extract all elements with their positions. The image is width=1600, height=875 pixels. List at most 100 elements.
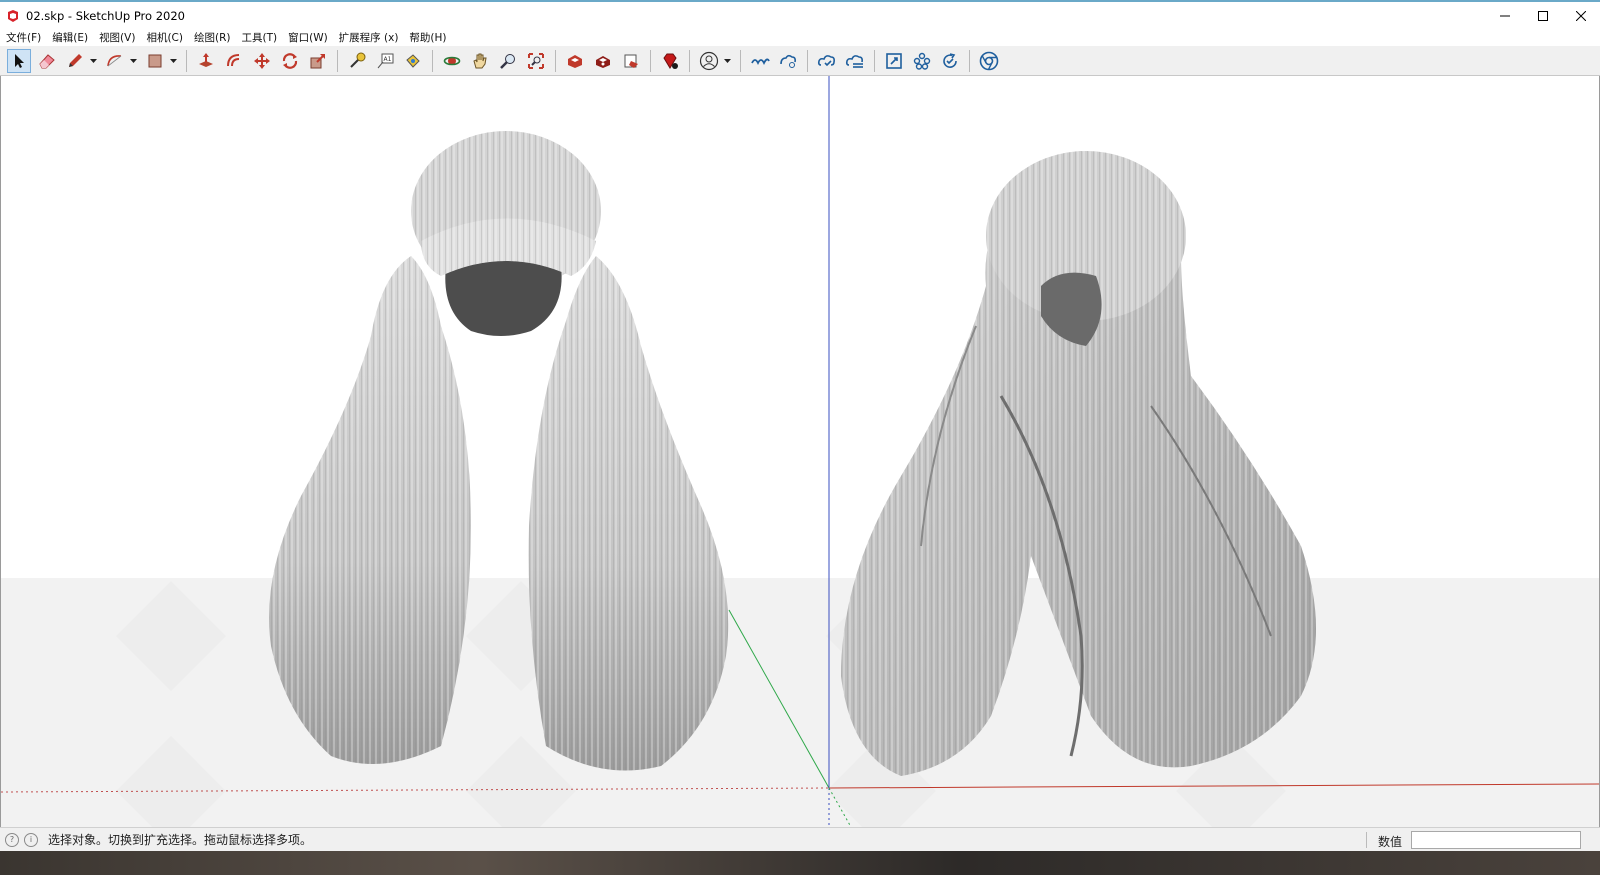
window-title: 02.skp - SketchUp Pro 2020 (26, 8, 185, 23)
ruby-console-button[interactable] (658, 49, 682, 73)
zoom-extents-tool-button[interactable] (524, 49, 548, 73)
paint-bucket-icon (406, 53, 420, 68)
menu-draw[interactable]: 绘图(R) (194, 30, 231, 45)
rectangle-dropdown[interactable] (169, 49, 178, 73)
rotate-tool-button[interactable] (278, 49, 302, 73)
eraser-tool-button[interactable] (35, 49, 59, 73)
toolbar-separator (740, 49, 741, 72)
orbit-icon (443, 56, 461, 65)
menu-window[interactable]: 窗口(W) (288, 30, 328, 45)
measurement-input[interactable] (1411, 831, 1581, 849)
cloud-upload-button[interactable] (815, 49, 839, 73)
text-icon: A1 (377, 53, 394, 68)
minimize-icon (1500, 15, 1510, 16)
rectangle-tool-button[interactable] (143, 49, 167, 73)
layout-icon (624, 54, 638, 68)
menu-edit[interactable]: 编辑(E) (52, 30, 88, 45)
trimble-share-icon (780, 54, 796, 68)
trimble-connect-icon (751, 58, 770, 65)
trimble-share-button[interactable] (776, 49, 800, 73)
cloud-upload-icon (817, 54, 835, 66)
cloud-sync-icon (845, 54, 863, 68)
layout-button[interactable] (619, 49, 643, 73)
scale-tool-button[interactable] (306, 49, 330, 73)
paint-bucket-tool-button[interactable] (401, 49, 425, 73)
toolbar-separator (337, 49, 338, 72)
chrome-button[interactable] (977, 49, 1001, 73)
menu-file[interactable]: 文件(F) (6, 30, 41, 45)
model-viewport[interactable] (0, 76, 1600, 827)
refresh-icon (943, 52, 957, 68)
extension-warehouse-icon (596, 55, 610, 68)
move-icon (254, 52, 270, 69)
account-icon (699, 51, 719, 70)
push-pull-tool-button[interactable] (194, 49, 218, 73)
pencil-tool-button[interactable] (63, 49, 87, 73)
text-tool-button[interactable]: A1 (373, 49, 397, 73)
measurement-label: 数值 (1378, 835, 1403, 849)
refresh-button[interactable] (938, 49, 962, 73)
chevron-down-icon (130, 58, 137, 63)
offset-icon (227, 53, 240, 66)
menu-help[interactable]: 帮助(H) (409, 30, 446, 45)
scene-canvas (1, 76, 1599, 827)
minimize-button[interactable] (1486, 2, 1524, 29)
cloud-sync-button[interactable] (843, 49, 867, 73)
menu-bar: 文件(F) 编辑(E) 视图(V) 相机(C) 绘图(R) 工具(T) 窗口(W… (0, 29, 1600, 46)
rectangle-icon (148, 54, 162, 67)
pan-icon (473, 53, 487, 68)
tape-measure-icon (350, 52, 366, 68)
toolbar-separator (689, 49, 690, 72)
close-icon (1576, 10, 1586, 21)
status-hint: 选择对象。切换到扩充选择。拖动鼠标选择多项。 (48, 833, 313, 847)
menu-tools[interactable]: 工具(T) (241, 30, 277, 45)
measurement-separator (1366, 832, 1367, 848)
status-bar: ? i 选择对象。切换到扩充选择。拖动鼠标选择多项。 数值 (0, 827, 1600, 851)
select-tool-button[interactable] (7, 48, 31, 73)
info-icon[interactable]: i (24, 832, 38, 847)
close-button[interactable] (1562, 2, 1600, 29)
maximize-button[interactable] (1524, 2, 1562, 29)
svg-text:A1: A1 (384, 56, 392, 63)
pencil-dropdown[interactable] (89, 49, 98, 73)
pencil-icon (69, 53, 82, 67)
zoom-tool-button[interactable] (496, 49, 520, 73)
section-button[interactable] (882, 49, 906, 73)
hair-model-side (841, 151, 1316, 776)
maximize-icon (1538, 10, 1548, 21)
hair-model-front (269, 131, 729, 771)
menu-view[interactable]: 视图(V) (99, 30, 135, 45)
main-toolbar: A1 (0, 46, 1600, 76)
ruby-icon (663, 53, 678, 69)
account-button[interactable] (697, 49, 721, 73)
menu-camera[interactable]: 相机(C) (146, 30, 183, 45)
components-button[interactable] (910, 49, 934, 73)
arc-tool-button[interactable] (103, 49, 127, 73)
green-axis (728, 609, 830, 789)
zoom-extents-icon (528, 52, 544, 69)
orbit-tool-button[interactable] (440, 49, 464, 73)
arc-dropdown[interactable] (129, 49, 138, 73)
tape-measure-tool-button[interactable] (345, 49, 369, 73)
toolbar-separator (186, 49, 187, 72)
zoom-icon (500, 53, 515, 69)
toolbar-separator (807, 49, 808, 72)
extension-warehouse-button[interactable] (591, 49, 615, 73)
section-icon (886, 52, 902, 69)
toolbar-separator (650, 49, 651, 72)
title-bar: 02.skp - SketchUp Pro 2020 (0, 0, 1600, 29)
pan-tool-button[interactable] (468, 49, 492, 73)
trimble-connect-button[interactable] (748, 49, 772, 73)
account-dropdown[interactable] (723, 49, 732, 73)
rotate-icon (282, 52, 298, 69)
offset-tool-button[interactable] (222, 49, 246, 73)
warehouse-button[interactable] (563, 49, 587, 73)
chevron-down-icon (90, 58, 97, 63)
geolocation-icon[interactable]: ? (5, 832, 19, 847)
toolbar-separator (432, 49, 433, 72)
move-tool-button[interactable] (250, 49, 274, 73)
toolbar-separator (874, 49, 875, 72)
menu-extensions[interactable]: 扩展程序 (x) (339, 30, 399, 45)
components-icon (913, 52, 931, 70)
chevron-down-icon (170, 58, 177, 63)
